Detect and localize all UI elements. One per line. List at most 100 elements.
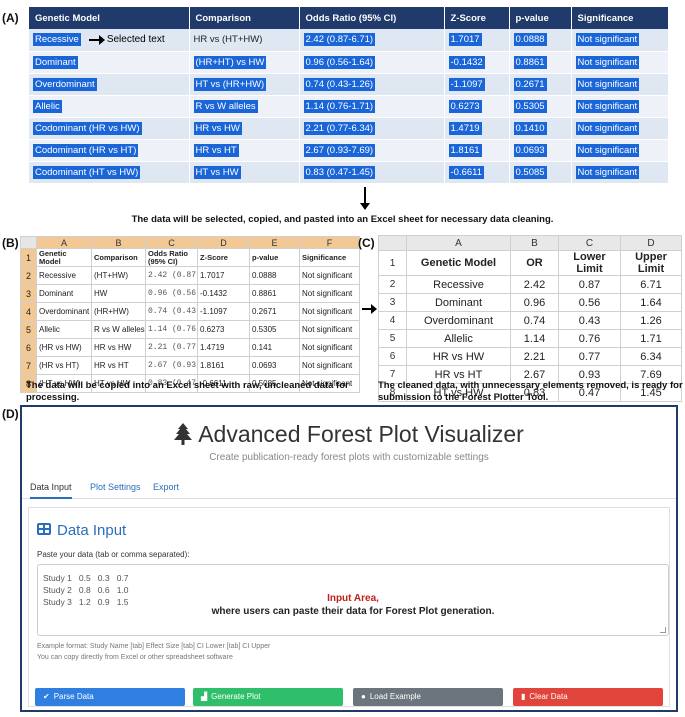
selected-text[interactable]: 1.7017: [448, 33, 482, 47]
sheet-cell[interactable]: -1.1097: [197, 302, 250, 321]
selected-text[interactable]: Allelic: [33, 99, 62, 113]
sheet-cell[interactable]: 0.141: [249, 338, 300, 357]
selected-text[interactable]: 0.83 (0.47-1.45): [303, 165, 376, 179]
sheet-cell[interactable]: 1.26: [620, 311, 682, 330]
selected-text[interactable]: Not significant: [575, 77, 640, 91]
selected-text[interactable]: Not significant: [575, 121, 640, 135]
sheet-cell[interactable]: 0.96: [510, 293, 559, 312]
sheet-cell[interactable]: Recessive: [36, 266, 92, 285]
selected-text[interactable]: 0.8861: [513, 55, 547, 69]
selected-text[interactable]: Overdominant: [33, 77, 97, 91]
row-header[interactable]: 4: [20, 302, 37, 321]
sheet-cell[interactable]: Odds Ratio (95% CI): [145, 248, 198, 267]
sheet-cell[interactable]: R vs W alleles: [91, 320, 146, 339]
sheet-cell[interactable]: 0.87: [558, 275, 621, 294]
sheet-cell[interactable]: Lower Limit: [558, 250, 621, 276]
selected-text[interactable]: 0.96 (0.56-1.64): [303, 55, 376, 69]
table-row[interactable]: Codominant (HT vs HW) HT vs HW 0.83 (0.4…: [29, 161, 669, 184]
sheet-cell[interactable]: Allelic: [406, 329, 511, 348]
row-header[interactable]: 7: [20, 356, 37, 375]
sheet-cell[interactable]: (HR vs HW): [36, 338, 92, 357]
column-header[interactable]: C: [145, 236, 198, 249]
sheet-cell[interactable]: 0.5305: [249, 320, 300, 339]
sheet-cell[interactable]: 6.34: [620, 347, 682, 366]
selected-text[interactable]: 0.74 (0.43-1.26): [303, 77, 376, 91]
sheet-cell[interactable]: 0.96 (0.56-: [145, 284, 198, 303]
sheet-cell[interactable]: 1.14 (0.76-: [145, 320, 198, 339]
sheet-cell[interactable]: 0.0888: [249, 266, 300, 285]
sheet-cell[interactable]: -0.1432: [197, 284, 250, 303]
row-header[interactable]: 5: [378, 329, 407, 348]
row-header[interactable]: 2: [20, 266, 37, 285]
selected-text[interactable]: 0.2671: [513, 77, 547, 91]
sheet-cell[interactable]: 0.56: [558, 293, 621, 312]
selected-text[interactable]: 0.1410: [513, 121, 547, 135]
sheet-cell[interactable]: 0.2671: [249, 302, 300, 321]
selected-text[interactable]: 0.5085: [513, 165, 547, 179]
sheet-cell[interactable]: 2.42: [510, 275, 559, 294]
sheet-cell[interactable]: Not significant: [299, 356, 360, 375]
sheet-cell[interactable]: 2.21 (0.77-: [145, 338, 198, 357]
sheet-cell[interactable]: Upper Limit: [620, 250, 682, 276]
table-row[interactable]: Codominant (HR vs HW) HR vs HW 2.21 (0.7…: [29, 117, 669, 140]
sheet-cell[interactable]: 2.21: [510, 347, 559, 366]
sheet-cell[interactable]: Not significant: [299, 302, 360, 321]
selected-text[interactable]: Recessive: [33, 33, 81, 47]
tab-export[interactable]: Export: [153, 482, 179, 492]
selected-text[interactable]: -0.1432: [448, 55, 485, 69]
tab-plot-settings[interactable]: Plot Settings: [90, 482, 141, 492]
selected-text[interactable]: -0.6611: [448, 165, 485, 179]
sheet-cell[interactable]: OR: [510, 250, 559, 276]
sheet-cell[interactable]: 1.4719: [197, 338, 250, 357]
load-example-button[interactable]: ● Load Example: [353, 688, 503, 706]
selected-text[interactable]: Not significant: [575, 99, 640, 113]
sheet-cell[interactable]: 0.77: [558, 347, 621, 366]
generate-plot-button[interactable]: ▟ Generate Plot: [193, 688, 343, 706]
row-header[interactable]: 3: [20, 284, 37, 303]
selected-text[interactable]: 2.67 (0.93-7.69): [303, 143, 376, 157]
sheet-cell[interactable]: 0.43: [558, 311, 621, 330]
sheet-cell[interactable]: 6.71: [620, 275, 682, 294]
row-header[interactable]: 2: [378, 275, 407, 294]
row-header[interactable]: 4: [378, 311, 407, 330]
sheet-cell[interactable]: Not significant: [299, 284, 360, 303]
sheet-cell[interactable]: (HR+HW): [91, 302, 146, 321]
sheet-cell[interactable]: 1.71: [620, 329, 682, 348]
selected-text[interactable]: R vs W alleles: [193, 99, 258, 113]
selected-text[interactable]: HT vs HW: [193, 165, 241, 179]
table-row[interactable]: Codominant (HR vs HT) HR vs HT 2.67 (0.9…: [29, 139, 669, 162]
parse-data-button[interactable]: ✔ Parse Data: [35, 688, 185, 706]
table-row[interactable]: Dominant (HR+HT) vs HW 0.96 (0.56-1.64) …: [29, 51, 669, 74]
row-header[interactable]: 6: [20, 338, 37, 357]
sheet-cell[interactable]: 0.6273: [197, 320, 250, 339]
sheet-cell[interactable]: Allelic: [36, 320, 92, 339]
sheet-cell[interactable]: 0.76: [558, 329, 621, 348]
sheet-cell[interactable]: Recessive: [406, 275, 511, 294]
column-header[interactable]: B: [91, 236, 146, 249]
sheet-cell[interactable]: Dominant: [36, 284, 92, 303]
sheet-cell[interactable]: 0.8861: [249, 284, 300, 303]
selected-text[interactable]: Not significant: [575, 143, 640, 157]
sheet-cell[interactable]: Genetic Model: [36, 248, 92, 267]
row-header[interactable]: 6: [378, 347, 407, 366]
sheet-cell[interactable]: HR vs HW: [406, 347, 511, 366]
selected-text[interactable]: Not significant: [575, 165, 640, 179]
column-header[interactable]: B: [510, 235, 559, 251]
sheet-cell[interactable]: 1.8161: [197, 356, 250, 375]
selected-text[interactable]: Codominant (HT vs HW): [33, 165, 141, 179]
selected-text[interactable]: 2.42 (0.87-6.71): [303, 33, 376, 47]
sheet-cell[interactable]: 2.67 (0.93-: [145, 356, 198, 375]
sheet-cell[interactable]: 1.64: [620, 293, 682, 312]
selected-text[interactable]: 0.5305: [513, 99, 547, 113]
selected-text[interactable]: 0.0888: [513, 33, 547, 47]
sheet-cell[interactable]: 0.74: [510, 311, 559, 330]
column-header[interactable]: A: [36, 236, 92, 249]
sheet-cell[interactable]: Dominant: [406, 293, 511, 312]
column-header[interactable]: A: [406, 235, 511, 251]
sheet-cell[interactable]: Significance: [299, 248, 360, 267]
sheet-cell[interactable]: Overdominant: [406, 311, 511, 330]
column-header[interactable]: E: [249, 236, 300, 249]
clear-data-button[interactable]: ▮ Clear Data: [513, 688, 663, 706]
tab-data-input[interactable]: Data Input: [30, 482, 72, 499]
selected-text[interactable]: (HR+HT) vs HW: [193, 55, 267, 69]
